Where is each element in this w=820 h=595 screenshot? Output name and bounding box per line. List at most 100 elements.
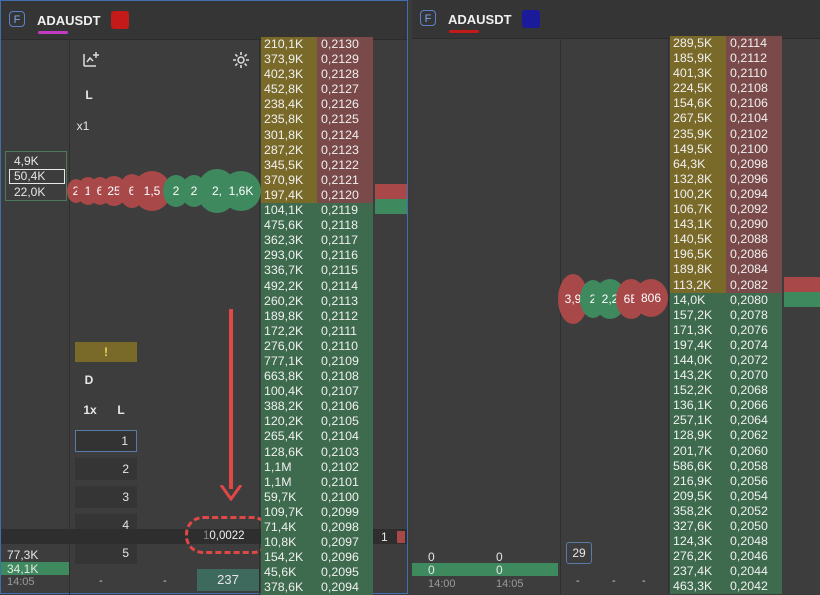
size-option-2[interactable]: 2 — [75, 458, 137, 480]
ladder-row[interactable]: 345,5K 0,2122 — [261, 157, 375, 173]
ladder-row[interactable]: 777,1K 0,2109 — [261, 353, 375, 370]
ladder-row[interactable]: 289,5K 0,2114 — [670, 36, 784, 52]
ladder-row[interactable]: 475,6K 0,2118 — [261, 218, 375, 234]
ladder-price[interactable]: 0,2105 — [317, 414, 373, 430]
color-swatch[interactable] — [111, 11, 129, 29]
ladder-price[interactable]: 0,2125 — [317, 112, 373, 128]
ladder-row[interactable]: 132,8K 0,2096 — [670, 171, 784, 187]
ladder-row[interactable]: 452,8K 0,2127 — [261, 82, 375, 98]
ladder-price[interactable]: 0,2086 — [726, 247, 782, 263]
ladder-row[interactable]: 402,3K 0,2128 — [261, 67, 375, 83]
ladder-price[interactable]: 0,2070 — [726, 368, 782, 384]
ladder-price[interactable]: 0,2060 — [726, 443, 782, 459]
ladder-price[interactable]: 0,2098 — [726, 156, 782, 172]
ladder-row[interactable]: 113,2K 0,2082 — [670, 277, 784, 293]
ladder-price[interactable]: 0,2099 — [317, 504, 373, 520]
ladder-row[interactable]: 276,2K 0,2046 — [670, 549, 784, 565]
ladder-row[interactable]: 154,2K 0,2096 — [261, 550, 375, 566]
ladder-price[interactable]: 0,2100 — [317, 489, 373, 505]
ladder-row[interactable]: 100,4K 0,2107 — [261, 384, 375, 400]
ladder-price[interactable]: 0,2096 — [726, 171, 782, 187]
ladder-row[interactable]: 492,2K 0,2114 — [261, 278, 375, 294]
ladder-row[interactable]: 235,8K 0,2125 — [261, 112, 375, 128]
futures-icon[interactable]: F — [9, 11, 25, 27]
ladder-row[interactable]: 209,5K 0,2054 — [670, 488, 784, 504]
ladder-row[interactable]: 14,0K 0,2080 — [670, 292, 784, 308]
ladder-row[interactable]: 124,3K 0,2048 — [670, 534, 784, 550]
ladder-row[interactable]: 64,3K 0,2098 — [670, 156, 784, 172]
ladder-price[interactable]: 0,2082 — [726, 277, 782, 293]
warning-button[interactable]: ! — [75, 342, 137, 362]
ladder-row[interactable]: 109,7K 0,2099 — [261, 504, 375, 520]
ladder-row[interactable]: 171,3K 0,2076 — [670, 322, 784, 338]
ladder-price[interactable]: 0,2064 — [726, 413, 782, 429]
ladder-price[interactable]: 0,2121 — [317, 172, 373, 188]
ladder-price[interactable]: 0,2108 — [726, 81, 782, 97]
ladder-price[interactable]: 0,2042 — [726, 579, 782, 595]
ladder-price[interactable]: 0,2100 — [726, 141, 782, 157]
ladder-price[interactable]: 0,2110 — [317, 338, 373, 354]
ladder-price[interactable]: 0,2114 — [726, 36, 782, 52]
ladder-row[interactable]: 106,7K 0,2092 — [670, 202, 784, 218]
ladder-price[interactable]: 0,2122 — [317, 157, 373, 173]
ladder-price[interactable]: 0,2119 — [317, 203, 373, 219]
size-option-5[interactable]: 5 — [75, 542, 137, 564]
ladder-price[interactable]: 0,2098 — [317, 520, 373, 536]
ladder-row[interactable]: 287,2K 0,2123 — [261, 142, 375, 158]
ladder-row[interactable]: 120,2K 0,2105 — [261, 414, 375, 430]
ladder-row[interactable]: 373,9K 0,2129 — [261, 52, 375, 68]
ladder-price[interactable]: 0,2111 — [317, 323, 373, 339]
size-1x-button[interactable]: 1x — [79, 403, 101, 417]
ladder-price[interactable]: 0,2097 — [317, 535, 373, 551]
ladder-row[interactable]: 154,6K 0,2106 — [670, 96, 784, 112]
ladder-price[interactable]: 0,2068 — [726, 383, 782, 399]
ladder-price[interactable]: 0,2101 — [317, 474, 373, 490]
ladder-row[interactable]: 140,5K 0,2088 — [670, 232, 784, 248]
ladder-price[interactable]: 0,2124 — [317, 127, 373, 143]
ladder-row[interactable]: 45,6K 0,2095 — [261, 565, 375, 581]
ladder-row[interactable]: 201,7K 0,2060 — [670, 443, 784, 459]
ladder-price[interactable]: 0,2046 — [726, 549, 782, 565]
ladder-price[interactable]: 0,2094 — [317, 580, 373, 595]
volume-value-selected[interactable]: 50,4K — [9, 169, 65, 184]
ladder-price[interactable]: 0,2084 — [726, 262, 782, 278]
ladder-row[interactable]: 237,4K 0,2044 — [670, 564, 784, 580]
ladder-row[interactable]: 100,2K 0,2094 — [670, 186, 784, 203]
price-ladder[interactable]: 210,1K 0,2130 373,9K 0,2129 402,3K 0,2128 452,… — [261, 37, 375, 595]
ladder-price[interactable]: 0,2096 — [317, 550, 373, 566]
ladder-price[interactable]: 0,2130 — [317, 37, 373, 53]
ladder-row[interactable]: 210,1K 0,2130 — [261, 37, 375, 53]
ladder-price[interactable]: 0,2078 — [726, 307, 782, 323]
ladder-price[interactable]: 0,2052 — [726, 503, 782, 519]
price-ladder[interactable]: 289,5K 0,2114 185,9K 0,2112 401,3K 0,2110 224,… — [670, 36, 784, 595]
ladder-row[interactable]: 189,8K 0,2112 — [261, 308, 375, 324]
ladder-row[interactable]: 370,9K 0,2121 — [261, 172, 375, 188]
ladder-price[interactable]: 0,2050 — [726, 519, 782, 535]
ladder-price[interactable]: 0,2110 — [726, 66, 782, 82]
ladder-row[interactable]: 463,3K 0,2042 — [670, 579, 784, 595]
symbol-title[interactable]: ADAUSDT — [37, 13, 101, 28]
ladder-price[interactable]: 0,2115 — [317, 263, 373, 279]
ladder-price[interactable]: 0,2066 — [726, 398, 782, 414]
ladder-price[interactable]: 0,2106 — [726, 96, 782, 112]
ladder-row[interactable]: 196,5K 0,2086 — [670, 247, 784, 263]
ladder-row[interactable]: 336,7K 0,2115 — [261, 263, 375, 279]
ladder-price[interactable]: 0,2127 — [317, 82, 373, 98]
ladder-row[interactable]: 224,5K 0,2108 — [670, 81, 784, 97]
ladder-price[interactable]: 0,2104 — [726, 111, 782, 127]
ladder-price[interactable]: 0,2058 — [726, 458, 782, 474]
ladder-price[interactable]: 0,2054 — [726, 488, 782, 504]
ladder-price[interactable]: 0,2103 — [317, 444, 373, 460]
ladder-row[interactable]: 301,8K 0,2124 — [261, 127, 375, 143]
ladder-row[interactable]: 238,4K 0,2126 — [261, 97, 375, 113]
ladder-row[interactable]: 358,2K 0,2052 — [670, 503, 784, 519]
ladder-row[interactable]: 276,0K 0,2110 — [261, 338, 375, 354]
ladder-price[interactable]: 0,2072 — [726, 352, 782, 369]
ladder-row[interactable]: 327,6K 0,2050 — [670, 519, 784, 535]
ladder-price[interactable]: 0,2062 — [726, 428, 782, 444]
ladder-row[interactable]: 197,4K 0,2120 — [261, 187, 375, 204]
ladder-price[interactable]: 0,2128 — [317, 67, 373, 83]
d-button[interactable]: D — [81, 373, 97, 387]
ladder-price[interactable]: 0,2112 — [317, 308, 373, 324]
ladder-row[interactable]: 149,5K 0,2100 — [670, 141, 784, 157]
